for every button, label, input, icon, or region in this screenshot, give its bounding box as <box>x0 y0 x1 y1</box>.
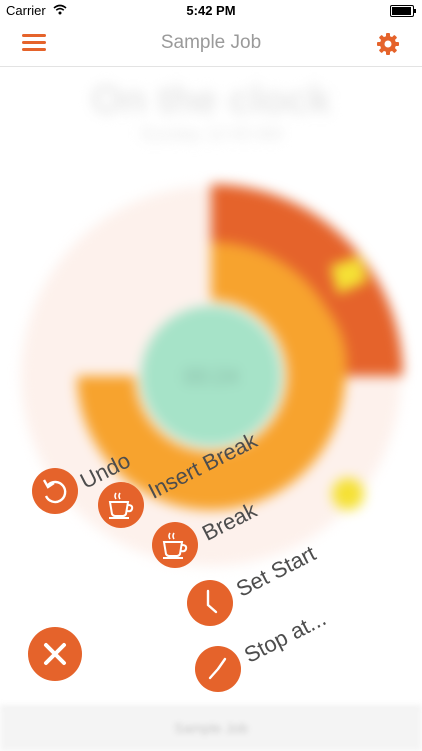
break-button[interactable] <box>152 522 198 568</box>
stop-at-button[interactable] <box>195 646 241 692</box>
undo-icon <box>42 479 67 504</box>
close-icon <box>44 643 66 665</box>
stop-at-label: Stop at... <box>240 605 330 668</box>
coffee-cup-icon <box>162 532 188 559</box>
set-start-label: Set Start <box>232 540 320 602</box>
tab-item-center[interactable]: Sample Job <box>0 720 422 736</box>
tab-bar: Sample Job <box>0 706 422 751</box>
action-menu: Undo Insert Break Break Set Start Stop a… <box>0 0 422 750</box>
close-button[interactable] <box>28 627 82 681</box>
clock-icon <box>206 589 218 614</box>
insert-break-label: Insert Break <box>144 427 262 504</box>
coffee-cup-icon <box>108 492 134 519</box>
insert-break-button[interactable] <box>98 482 144 528</box>
break-label: Break <box>198 497 261 546</box>
undo-button[interactable] <box>32 468 78 514</box>
set-start-button[interactable] <box>187 580 233 626</box>
clock-icon <box>208 657 227 680</box>
